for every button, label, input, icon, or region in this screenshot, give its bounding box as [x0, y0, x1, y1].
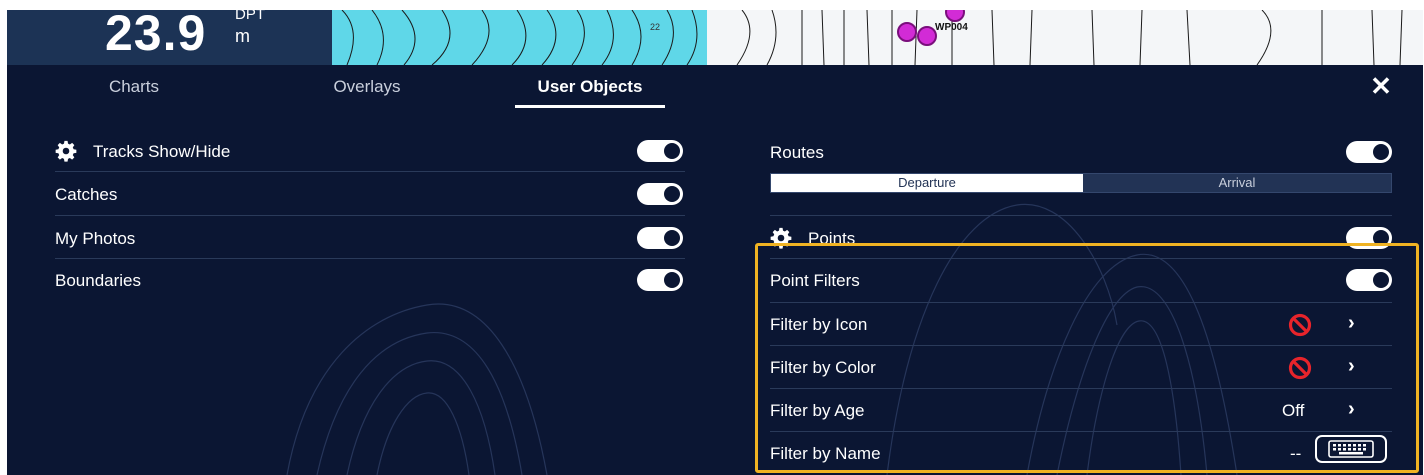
depth-label: DPT [235, 10, 265, 23]
chart-strip[interactable]: 23.9 DPT m 22 WP004 [7, 10, 1423, 65]
chevron-right-icon[interactable]: › [1348, 398, 1355, 421]
routes-toggle[interactable] [1346, 141, 1392, 163]
toggle-knob [664, 186, 680, 202]
setting-row-points[interactable]: Points [770, 217, 1392, 259]
depth-sounding: 22 [650, 22, 661, 32]
points-label: Points [808, 229, 856, 248]
setting-row-catches[interactable]: Catches [55, 173, 685, 215]
routes-label: Routes [770, 143, 824, 162]
filter-row-color[interactable]: Filter by Color › [770, 346, 1392, 388]
keyboard-button[interactable] [1315, 435, 1387, 463]
prohibited-icon [1288, 356, 1312, 380]
chevron-right-icon[interactable]: › [1348, 312, 1355, 335]
age-filter-value: Off [1282, 401, 1305, 420]
name-filter-value: -- [1290, 444, 1302, 463]
divider [770, 215, 1392, 216]
prohibited-icon [1288, 313, 1312, 337]
toggle-knob [664, 272, 680, 288]
setting-row-routes[interactable]: Routes [770, 131, 1392, 173]
segment-arrival[interactable]: Arrival [1083, 174, 1391, 192]
close-button[interactable]: ✕ [1369, 71, 1393, 101]
segment-departure[interactable]: Departure [771, 174, 1083, 192]
filter-row-age[interactable]: Filter by Age Off › [770, 389, 1392, 431]
toggle-knob [1373, 272, 1389, 288]
gear-icon[interactable] [55, 140, 77, 162]
boundaries-toggle[interactable] [637, 269, 683, 291]
toggle-knob [1373, 230, 1389, 246]
toggle-knob [664, 230, 680, 246]
setting-row-boundaries[interactable]: Boundaries [55, 259, 685, 301]
layers-panel: Charts Overlays User Objects ✕ Tracks Sh… [7, 65, 1423, 475]
catches-label: Catches [55, 185, 118, 204]
filter-by-icon-label: Filter by Icon [770, 315, 868, 334]
divider [55, 171, 685, 172]
tab-overlays[interactable]: Overlays [302, 77, 432, 107]
route-direction-selector: Departure Arrival [770, 173, 1392, 193]
waypoint-label: WP004 [935, 22, 968, 33]
depth-readout[interactable]: 23.9 DPT m [7, 10, 332, 65]
keyboard-icon [1328, 440, 1374, 458]
filter-row-icon[interactable]: Filter by Icon › [770, 303, 1392, 345]
my-photos-label: My Photos [55, 229, 136, 248]
setting-row-point-filters[interactable]: Point Filters [770, 259, 1392, 301]
toggle-knob [664, 143, 680, 159]
waypoint-marker-icon[interactable] [917, 26, 937, 46]
toggle-knob [1373, 144, 1389, 160]
active-tab-indicator [515, 105, 665, 108]
chevron-right-icon[interactable]: › [1348, 355, 1355, 378]
waypoint-marker-icon[interactable] [897, 22, 917, 42]
tracks-toggle[interactable] [637, 140, 683, 162]
points-toggle[interactable] [1346, 227, 1392, 249]
tab-charts[interactable]: Charts [69, 77, 199, 107]
divider [55, 215, 685, 216]
catches-toggle[interactable] [637, 183, 683, 205]
tracks-label: Tracks Show/Hide [93, 142, 231, 161]
boundaries-label: Boundaries [55, 271, 142, 290]
filter-row-name[interactable]: Filter by Name -- [770, 432, 1392, 474]
depth-unit: m [235, 26, 250, 46]
gear-icon[interactable] [770, 227, 792, 249]
app-frame: 23.9 DPT m 22 WP004 Charts Overlays User… [7, 10, 1423, 475]
my-photos-toggle[interactable] [637, 227, 683, 249]
filter-by-color-label: Filter by Color [770, 358, 876, 377]
tab-user-objects[interactable]: User Objects [515, 77, 665, 107]
setting-row-my-photos[interactable]: My Photos [55, 217, 685, 259]
setting-row-tracks[interactable]: Tracks Show/Hide [55, 130, 685, 172]
depth-value: 23.9 [105, 10, 207, 61]
depth-contours [341, 10, 1403, 65]
point-filters-toggle[interactable] [1346, 269, 1392, 291]
tab-bar: Charts Overlays User Objects ✕ [7, 65, 1423, 110]
filter-by-age-label: Filter by Age [770, 401, 865, 420]
point-filters-label: Point Filters [770, 271, 860, 290]
filter-by-name-label: Filter by Name [770, 444, 881, 463]
